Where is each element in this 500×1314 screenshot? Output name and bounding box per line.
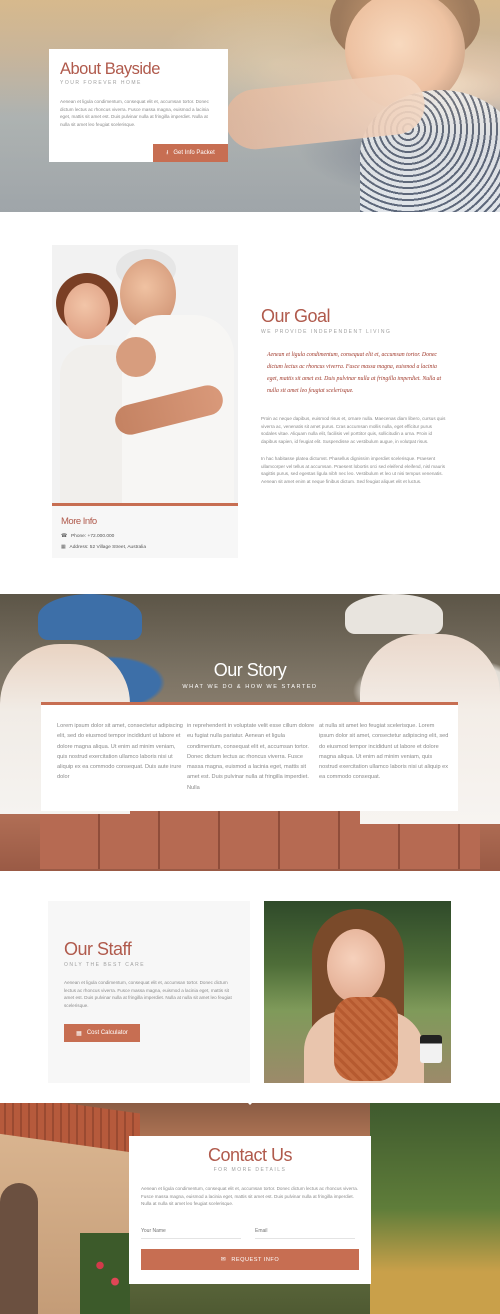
address-row: ▦ Address: 52 Village Street, Australia [61,545,146,550]
contact-form-card: Contact Us FOR MORE DETAILS Aenean et li… [129,1136,371,1284]
phone-icon: ☎ [61,534,67,539]
contact-section: Contact Us FOR MORE DETAILS Aenean et li… [0,1103,500,1314]
story-subtitle: WHAT WE DO & HOW WE STARTED [182,684,318,690]
section-divider-notch [244,1103,256,1105]
contact-title: Contact Us [207,1145,293,1165]
phone-text: Phone: +72.000.000 [70,534,115,539]
contact-photo-door [0,1183,38,1314]
goal-title: Our Goal [261,306,331,326]
phone-row: ☎ Phone: +72.000.000 [61,534,114,539]
staff-subtitle: ONLY THE BEST CARE [64,962,146,968]
contact-photo-flowers [80,1233,130,1314]
goal-paragraph-1: Proin ac neque dapibus, euismod risus et… [261,416,446,444]
building-icon: ▦ [61,545,66,550]
get-info-packet-button[interactable]: ⭳ Get Info Packet [153,144,228,162]
staff-photo-cup [420,1035,442,1063]
hero-section: About Bayside YOUR FOREVER HOME Aenean e… [0,0,500,212]
address-text: Address: 52 Village Street, Australia [69,545,146,550]
story-photo-cap-left [38,594,142,640]
staff-title: Our Staff [64,939,132,959]
story-text-box: Lorem ipsum dolor sit amet, consectetur … [41,702,458,811]
story-column-1: Lorem ipsum dolor sit amet, consectetur … [57,723,183,781]
contact-subtitle: FOR MORE DETAILS [213,1167,287,1173]
cost-calculator-button[interactable]: ▦ Cost Calculator [64,1024,140,1042]
story-title: Our Story [213,660,287,680]
envelope-icon: ✉ [220,1257,227,1263]
staff-photo-scarf [334,997,398,1081]
photo-woman-face [64,283,110,339]
calculator-icon: ▦ [76,1030,82,1037]
about-body: Aenean et ligula condimentum, consequat … [60,99,209,127]
story-column-3: at nulla sit amet leo feugiat scelerisqu… [319,723,449,781]
story-photo-cap-right [345,594,443,634]
staff-photo [264,901,451,1083]
staff-section: Our Staff ONLY THE BEST CARE Aenean et l… [0,871,500,1103]
goal-subtitle: WE PROVIDE INDEPENDENT LIVING [261,329,392,335]
about-subtitle: YOUR FOREVER HOME [60,80,142,86]
staff-photo-face [327,929,385,1003]
story-section: Our Story WHAT WE DO & HOW WE STARTED Lo… [0,594,500,871]
staff-body: Aenean et ligula condimentum, consequat … [64,980,232,1008]
contact-body: Aenean et ligula condimentum, consequat … [141,1186,359,1206]
about-card: About Bayside YOUR FOREVER HOME Aenean e… [49,49,228,162]
couple-photo [52,245,238,507]
get-info-packet-label: Get Info Packet [173,150,215,156]
more-info-title: More Info [61,516,97,527]
more-info-panel: More Info ☎ Phone: +72.000.000 ▦ Address… [52,503,238,558]
about-title: About Bayside [60,60,160,78]
goal-section: More Info ☎ Phone: +72.000.000 ▦ Address… [0,212,500,594]
email-input[interactable] [255,1223,355,1239]
goal-paragraph-2: In hac habitasse platea dictumst. Phasel… [261,456,446,484]
photo-hands [116,337,156,377]
cost-calculator-label: Cost Calculator [86,1030,128,1036]
goal-quote: Aenean et ligula condimentum, consequat … [267,352,442,394]
story-column-2: in reprehenderit in voluptate velit esse… [187,723,315,791]
staff-panel: Our Staff ONLY THE BEST CARE Aenean et l… [48,901,250,1083]
download-icon: ⭳ [166,150,169,156]
name-input[interactable] [141,1223,241,1239]
contact-photo-trees [370,1103,500,1314]
request-info-button[interactable]: ✉ REQUEST INFO [141,1249,359,1270]
request-info-label: REQUEST INFO [231,1256,280,1263]
